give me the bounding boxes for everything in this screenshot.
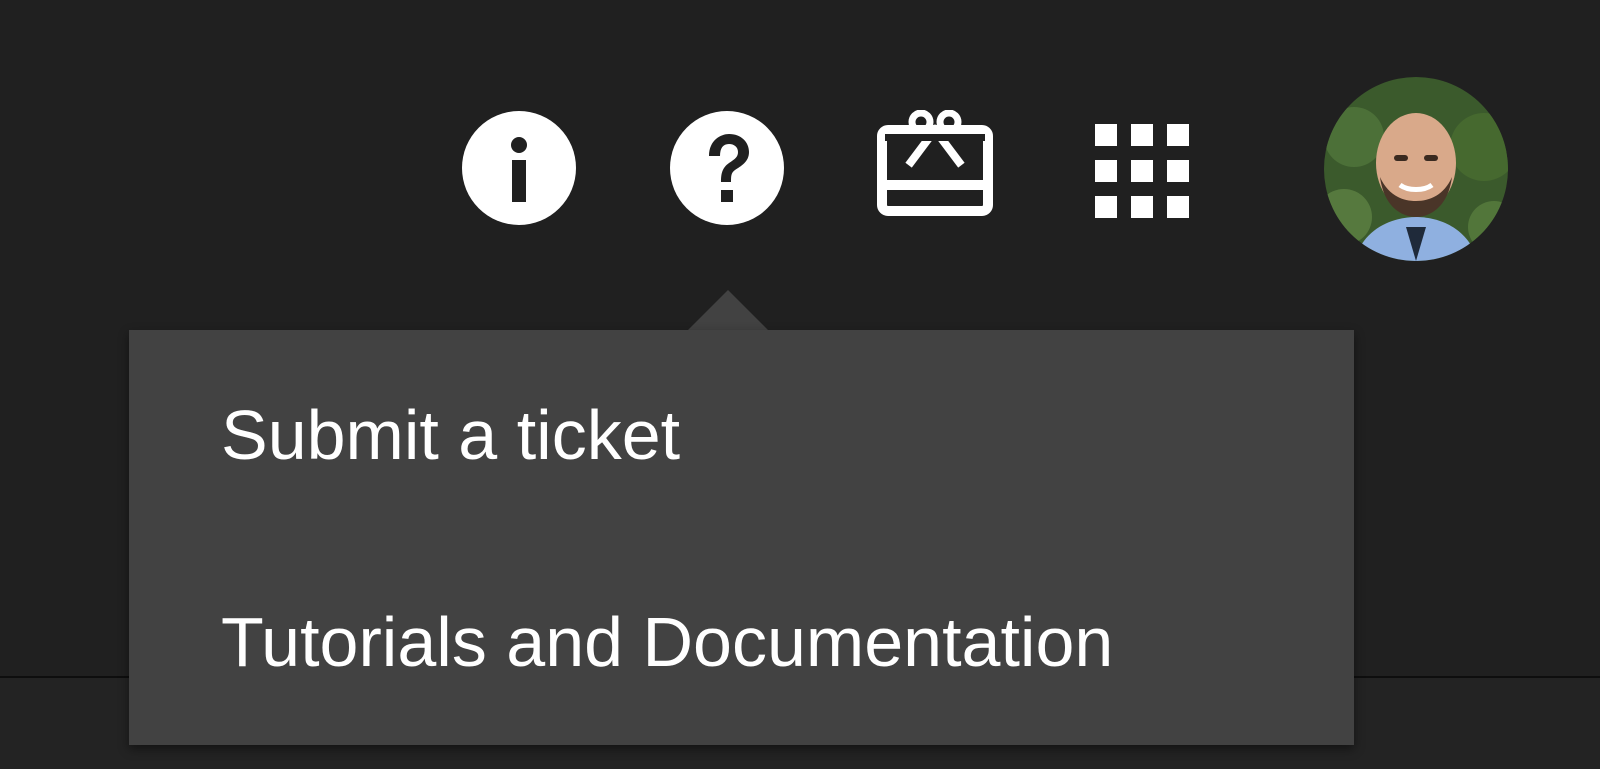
info-button[interactable] [461,110,577,226]
avatar[interactable] [1324,77,1508,261]
menu-item-tutorials-documentation[interactable]: Tutorials and Documentation [129,582,1354,702]
help-button[interactable] [669,110,785,226]
app-page: Submit a ticket Tutorials and Documentat… [0,0,1600,769]
info-icon [461,110,577,226]
help-menu: Submit a ticket Tutorials and Documentat… [129,330,1354,745]
menu-item-label: Tutorials and Documentation [221,603,1114,681]
menu-item-submit-ticket[interactable]: Submit a ticket [129,375,1354,495]
gift-card-button[interactable] [877,110,993,226]
apps-button[interactable] [1085,110,1201,226]
help-menu-arrow [688,290,768,330]
user-photo [1324,77,1508,261]
apps-grid-icon [1085,110,1201,226]
gift-card-icon [877,110,993,226]
help-icon [669,110,785,226]
menu-item-label: Submit a ticket [221,396,681,474]
